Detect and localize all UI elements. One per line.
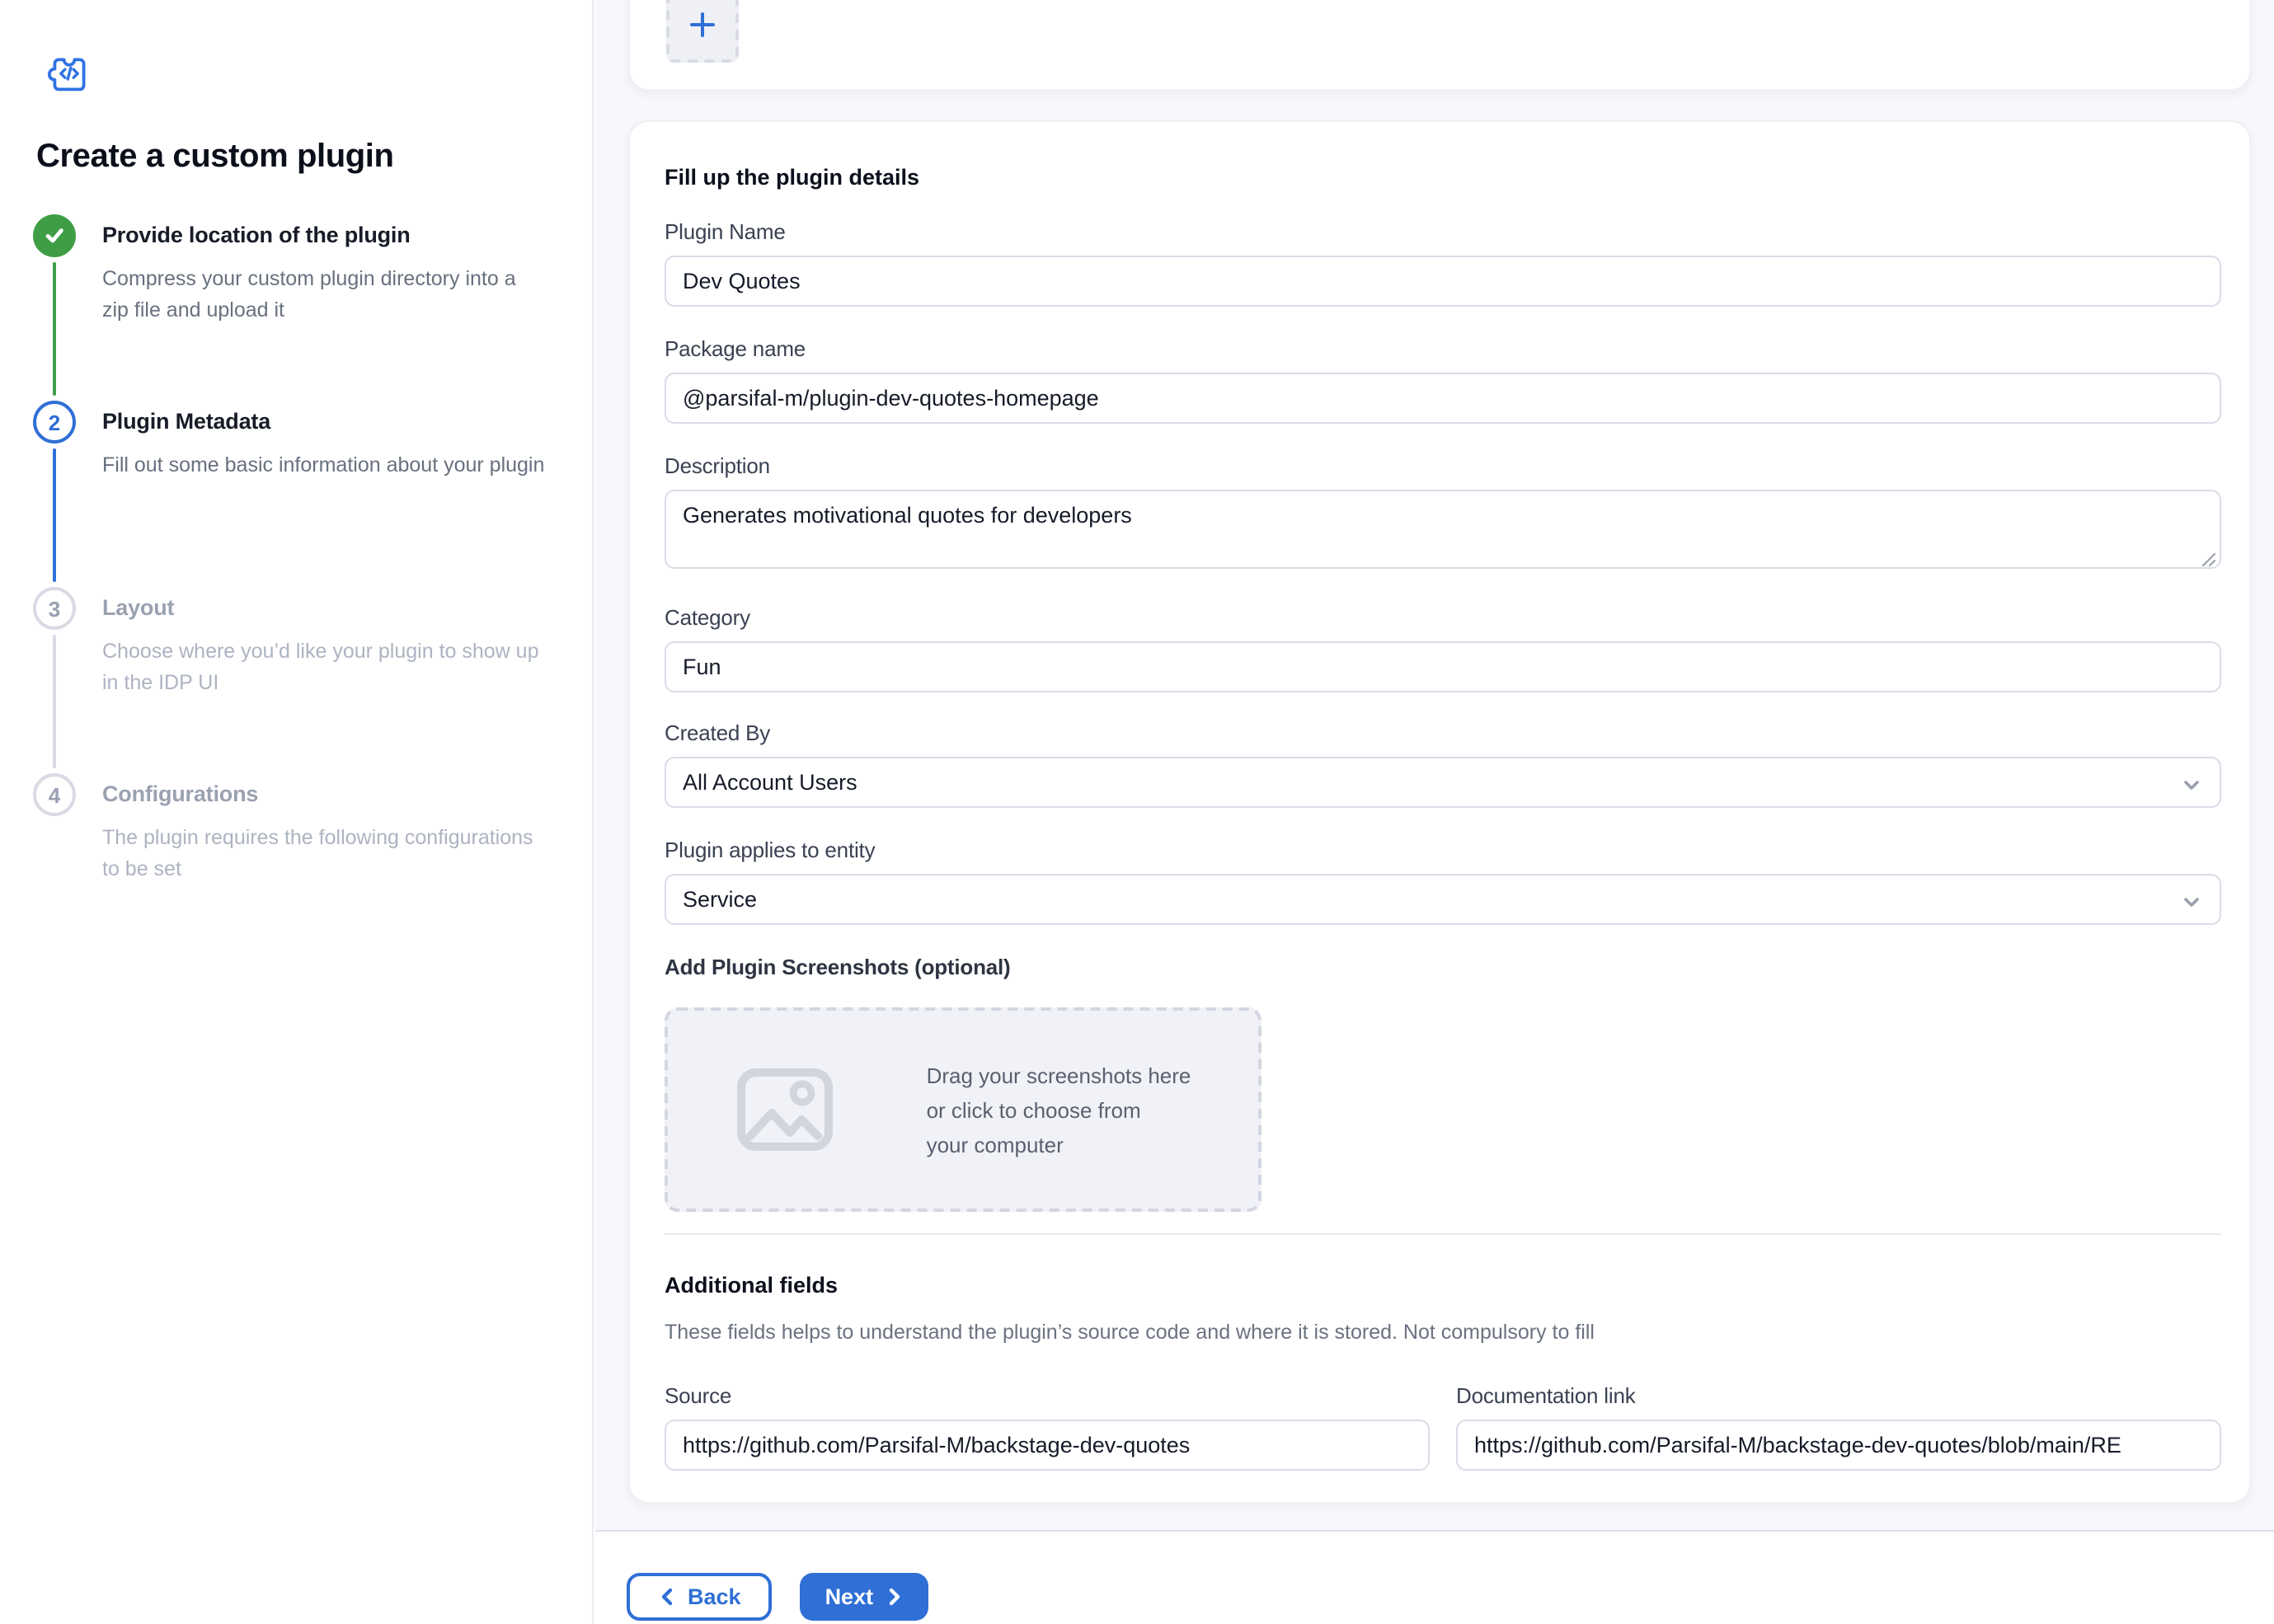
- step-2-marker: 2: [33, 401, 76, 587]
- source-input[interactable]: [665, 1420, 1430, 1471]
- package-name-input[interactable]: [665, 373, 2221, 424]
- description-field: Description Generates motivational quote…: [665, 453, 2221, 577]
- next-button-label: Next: [825, 1584, 874, 1609]
- step-4-title: Configurations: [102, 773, 546, 816]
- documentation-link-input[interactable]: [1456, 1420, 2221, 1471]
- step-2-description: Fill out some basic information about yo…: [102, 450, 546, 481]
- image-icon: [735, 1067, 834, 1152]
- add-plugin-tile[interactable]: [666, 0, 739, 63]
- screenshots-dropzone[interactable]: Drag your screenshots here or click to c…: [665, 1007, 1262, 1212]
- section-divider: [665, 1233, 2221, 1235]
- screenshots-field: Add Plugin Screenshots (optional) Drag y…: [665, 955, 2221, 1212]
- source-field: Source: [665, 1383, 1430, 1471]
- applies-to-entity-value: Service: [683, 887, 757, 912]
- create-custom-plugin-page: Create a custom plugin Provide location …: [0, 0, 2274, 1624]
- plugin-name-input[interactable]: [665, 256, 2221, 307]
- step-4-description: The plugin requires the following config…: [102, 823, 546, 885]
- category-field: Category: [665, 605, 2221, 692]
- step-1-title: Provide location of the plugin: [102, 214, 546, 257]
- back-button[interactable]: Back: [627, 1573, 773, 1621]
- plugin-details-card: Fill up the plugin details Plugin Name P…: [628, 120, 2251, 1504]
- step-3-title: Layout: [102, 587, 546, 630]
- applies-to-entity-select[interactable]: Service: [665, 874, 2221, 925]
- step-configurations[interactable]: 4 Configurations The plugin requires the…: [33, 773, 546, 885]
- step-1-marker: [33, 214, 76, 401]
- documentation-link-field: Documentation link: [1456, 1383, 2221, 1471]
- wizard-footer: Back Next: [595, 1530, 2274, 1624]
- package-name-field: Package name: [665, 336, 2221, 424]
- wizard-sidebar: Create a custom plugin Provide location …: [0, 0, 594, 1624]
- source-label: Source: [665, 1383, 1430, 1408]
- step-2-title: Plugin Metadata: [102, 401, 546, 444]
- back-button-label: Back: [688, 1584, 741, 1609]
- custom-plugin-icon: [46, 49, 92, 96]
- step-4-marker: 4: [33, 773, 76, 885]
- check-icon: [43, 224, 66, 247]
- documentation-link-label: Documentation link: [1456, 1383, 2221, 1408]
- form-title: Fill up the plugin details: [665, 165, 2221, 190]
- connector-2-3: [53, 448, 56, 582]
- step-3-number-circle: 3: [33, 587, 76, 630]
- screenshots-label: Add Plugin Screenshots (optional): [665, 955, 2221, 979]
- applies-to-entity-field: Plugin applies to entity Service: [665, 838, 2221, 925]
- step-4-number-circle: 4: [33, 773, 76, 816]
- main-content: Fill up the plugin details Plugin Name P…: [595, 0, 2274, 1624]
- applies-to-entity-label: Plugin applies to entity: [665, 838, 2221, 862]
- step-1-complete-circle: [33, 214, 76, 257]
- step-provide-location[interactable]: Provide location of the plugin Compress …: [33, 214, 546, 401]
- wizard-stepper: Provide location of the plugin Compress …: [33, 214, 546, 885]
- additional-fields-title: Additional fields: [665, 1273, 2221, 1298]
- created-by-select[interactable]: All Account Users: [665, 757, 2221, 808]
- description-textarea[interactable]: Generates motivational quotes for develo…: [665, 490, 2221, 569]
- created-by-label: Created By: [665, 720, 2221, 745]
- plus-icon: [686, 8, 719, 41]
- plugin-name-field: Plugin Name: [665, 219, 2221, 307]
- category-input[interactable]: [665, 641, 2221, 692]
- step-plugin-metadata[interactable]: 2 Plugin Metadata Fill out some basic in…: [33, 401, 546, 587]
- additional-fields-helper: These fields helps to understand the plu…: [665, 1321, 2221, 1344]
- next-button[interactable]: Next: [801, 1573, 928, 1621]
- step-layout[interactable]: 3 Layout Choose where you’d like your pl…: [33, 587, 546, 773]
- package-name-label: Package name: [665, 336, 2221, 361]
- step-1-description: Compress your custom plugin directory in…: [102, 264, 546, 326]
- step-3-description: Choose where you’d like your plugin to s…: [102, 636, 546, 699]
- step-3-marker: 3: [33, 587, 76, 773]
- step-2-number-circle: 2: [33, 401, 76, 444]
- chevron-down-icon: [2180, 773, 2203, 796]
- category-label: Category: [665, 605, 2221, 630]
- dropzone-text: Drag your screenshots here or click to c…: [927, 1058, 1191, 1162]
- uploaded-plugins-card: [628, 0, 2251, 91]
- connector-1-2: [53, 262, 56, 396]
- chevron-left-icon: [658, 1586, 676, 1608]
- created-by-field: Created By All Account Users: [665, 720, 2221, 808]
- connector-3-4: [53, 635, 56, 768]
- chevron-down-icon: [2180, 890, 2203, 913]
- page-title: Create a custom plugin: [36, 138, 546, 176]
- plugin-name-label: Plugin Name: [665, 219, 2221, 244]
- chevron-right-icon: [885, 1586, 903, 1608]
- description-label: Description: [665, 453, 2221, 478]
- created-by-value: All Account Users: [683, 770, 857, 795]
